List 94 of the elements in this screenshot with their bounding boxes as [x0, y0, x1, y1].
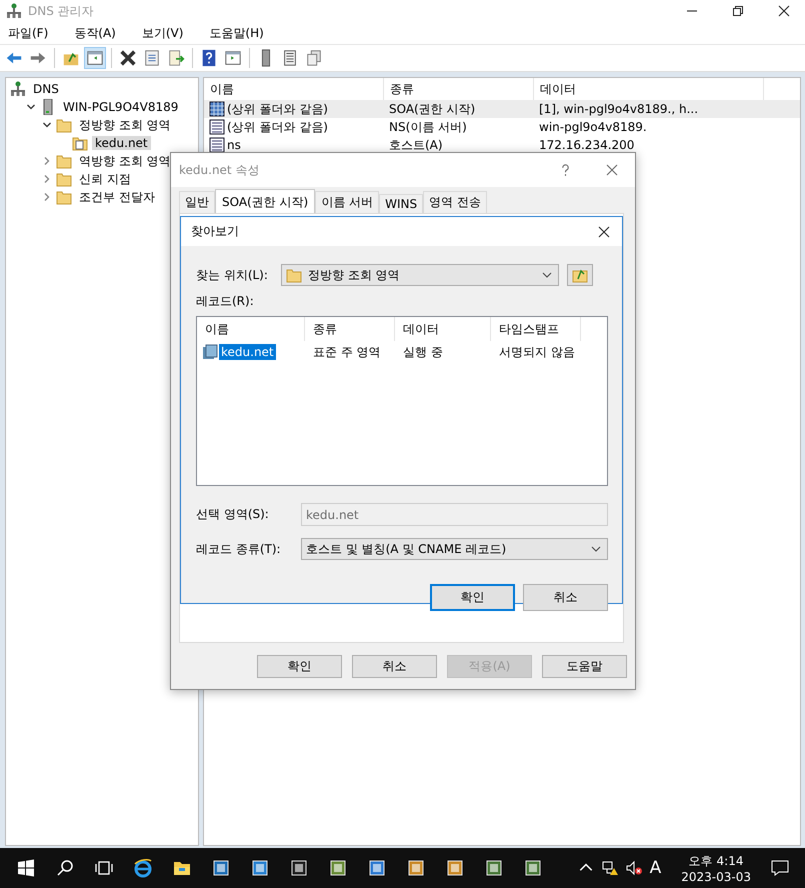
dialog-title: 찾아보기 — [191, 223, 239, 240]
clock-time[interactable]: 오후 4:14 — [688, 852, 744, 870]
tab[interactable]: 일반 — [179, 191, 215, 213]
table-cell-text: 호스트(A) — [388, 136, 444, 154]
folder-up-icon — [572, 267, 588, 283]
column-header[interactable]: 데이터 — [395, 317, 491, 341]
tree-item[interactable]: 역방향 조회 영역 — [76, 152, 174, 170]
table-cell: (상위 폴더와 같음) — [227, 100, 328, 118]
search-icon[interactable] — [55, 858, 75, 878]
close-icon[interactable] — [598, 226, 610, 238]
muted-speaker-icon[interactable] — [626, 860, 642, 876]
dialog-button[interactable]: 취소 — [523, 584, 608, 611]
browser-icon[interactable] — [133, 858, 153, 878]
app-icon[interactable] — [484, 858, 504, 878]
column-header[interactable]: 이름 — [197, 317, 305, 341]
table-cell[interactable]: kedu.net — [219, 344, 276, 360]
menu-item[interactable]: 보기(V) — [138, 24, 188, 42]
app-icon[interactable] — [406, 858, 426, 878]
dialog-button[interactable]: 확인 — [257, 655, 342, 678]
tab[interactable]: WINS — [379, 194, 424, 213]
table-cell-text: NS(이름 서버) — [388, 118, 468, 136]
tab[interactable]: 영역 전송 — [423, 191, 487, 213]
close-icon[interactable] — [778, 5, 790, 17]
record-icon — [209, 119, 225, 135]
app-icon[interactable] — [367, 858, 387, 878]
start-icon[interactable] — [16, 858, 36, 878]
help-icon[interactable] — [561, 164, 570, 176]
dns-icon — [6, 3, 22, 19]
table-cell-text: SOA(권한 시작) — [388, 100, 476, 118]
app-icon[interactable] — [523, 858, 543, 878]
dialog-title: kedu.net 속성 — [179, 162, 260, 178]
network-warning-icon[interactable] — [602, 860, 618, 876]
dialog-button[interactable]: 취소 — [352, 655, 437, 678]
zone-file-icon — [72, 135, 88, 151]
chevron-down-icon — [591, 546, 601, 552]
clock-date[interactable]: 2023-03-03 — [681, 870, 751, 884]
delete-icon[interactable] — [118, 48, 138, 68]
record-type-dropdown[interactable]: 호스트 및 별칭(A 및 CNAME 레코드) — [301, 538, 608, 560]
dialog-button[interactable]: 도움말 — [542, 655, 627, 678]
folder-icon — [56, 189, 72, 205]
expand-caret-icon[interactable] — [42, 174, 52, 184]
restore-icon[interactable] — [732, 5, 744, 17]
app-icon[interactable] — [445, 858, 465, 878]
record-icon — [209, 137, 225, 153]
app-icon[interactable] — [289, 858, 309, 878]
notification-icon[interactable] — [771, 859, 789, 877]
folder-icon — [56, 153, 72, 169]
tab[interactable]: 이름 서버 — [315, 191, 380, 213]
tree-item[interactable]: 정방향 조회 영역 — [76, 116, 174, 134]
column-header[interactable]: 종류 — [305, 317, 395, 341]
menu-item[interactable]: 동작(A) — [70, 24, 120, 42]
app-icon[interactable] — [328, 858, 348, 878]
menu-item[interactable]: 도움말(H) — [205, 24, 268, 42]
tree-item[interactable]: WIN-PGL9O4V8189 — [60, 100, 182, 114]
records-list[interactable]: 이름 종류 데이터 타임스탬프 kedu.net 표준 주 영역 실행 중 서명되지 않음 — [196, 316, 608, 486]
tree-item[interactable]: 신뢰 지점 — [76, 170, 134, 188]
field-label: 선택 영역(S): — [196, 506, 270, 523]
soa-record-icon — [209, 101, 225, 117]
console-tree-icon[interactable] — [85, 48, 105, 68]
table-cell: ns — [227, 138, 241, 152]
expand-caret-icon[interactable] — [42, 192, 52, 202]
table-cell: (상위 폴더와 같음) — [227, 118, 328, 136]
up-folder-button[interactable] — [567, 264, 593, 286]
app-icon[interactable] — [211, 858, 231, 878]
tree-item[interactable]: 조건부 전달자 — [76, 188, 158, 206]
field-label: 레코드(R): — [196, 293, 255, 310]
app-icon[interactable] — [250, 858, 270, 878]
menu-item[interactable]: 파일(F) — [4, 24, 52, 42]
table-cell-text: 서명되지 않음 — [498, 344, 576, 360]
folder-icon — [56, 171, 72, 187]
table-cell-text: 표준 주 영역 — [312, 344, 382, 360]
table-cell-text: 172.16.234.200 — [538, 138, 636, 152]
table-cell-text: [1], win-pgl9o4v8189., h... — [538, 102, 700, 116]
input-indicator[interactable]: A — [650, 858, 662, 878]
field-label: 레코드 종류(T): — [196, 540, 281, 558]
collapse-caret-icon[interactable] — [26, 102, 36, 112]
expand-caret-icon[interactable] — [42, 156, 52, 166]
table-cell-text: win-pgl9o4v8189. — [538, 120, 648, 134]
window-title: DNS 관리자 — [28, 2, 94, 20]
tab[interactable]: SOA(권한 시작) — [215, 189, 316, 214]
zone-icon — [202, 344, 218, 360]
field-label: 찾는 위치(L): — [196, 266, 269, 284]
dialog-button[interactable]: 확인 — [430, 584, 515, 611]
folder-icon — [286, 267, 302, 283]
input-field[interactable]: kedu.net — [301, 503, 608, 526]
table-cell-text: 실행 중 — [402, 344, 444, 360]
look-in-dropdown[interactable]: 정방향 조회 영역 — [281, 264, 559, 286]
collapse-caret-icon[interactable] — [42, 120, 52, 130]
folder-icon — [56, 117, 72, 133]
tree-item[interactable]: kedu.net — [92, 136, 151, 150]
chevron-down-icon — [542, 272, 552, 278]
column-header[interactable]: 타임스탬프 — [491, 317, 581, 341]
dns-icon — [10, 81, 26, 97]
tree-item[interactable]: DNS — [30, 82, 62, 96]
